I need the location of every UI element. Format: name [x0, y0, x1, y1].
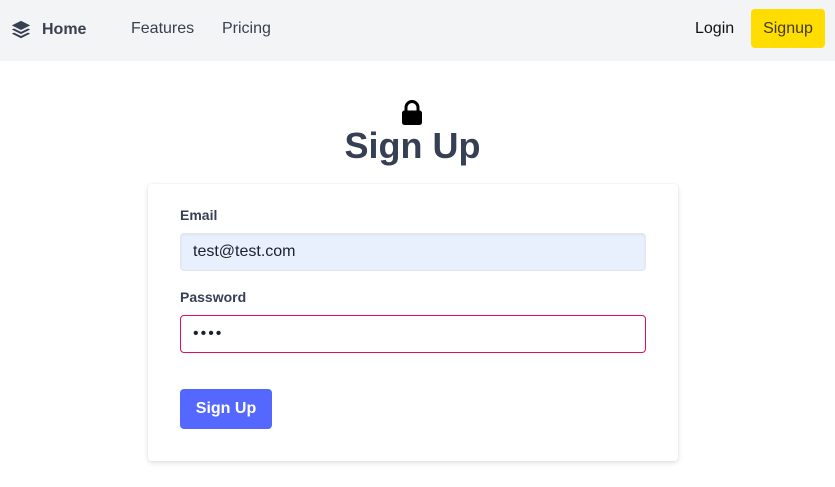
nav-link-features[interactable]: Features [131, 19, 194, 39]
signup-nav-button[interactable]: Signup [751, 9, 825, 48]
signup-form-card: Email Password Sign Up [148, 184, 678, 461]
page-title: Sign Up [344, 125, 481, 166]
layers-icon [10, 19, 32, 41]
password-label: Password [180, 289, 247, 305]
login-link[interactable]: Login [695, 19, 734, 39]
navbar: Home Features Pricing Login Signup [0, 0, 835, 61]
lock-icon [401, 100, 423, 126]
email-field[interactable] [180, 233, 646, 271]
brand-label: Home [42, 21, 87, 38]
home-link[interactable]: Home [10, 18, 86, 42]
signup-submit-button[interactable]: Sign Up [180, 389, 272, 429]
password-field[interactable] [180, 315, 646, 353]
nav-link-pricing[interactable]: Pricing [222, 19, 271, 39]
email-label: Email [180, 207, 218, 223]
